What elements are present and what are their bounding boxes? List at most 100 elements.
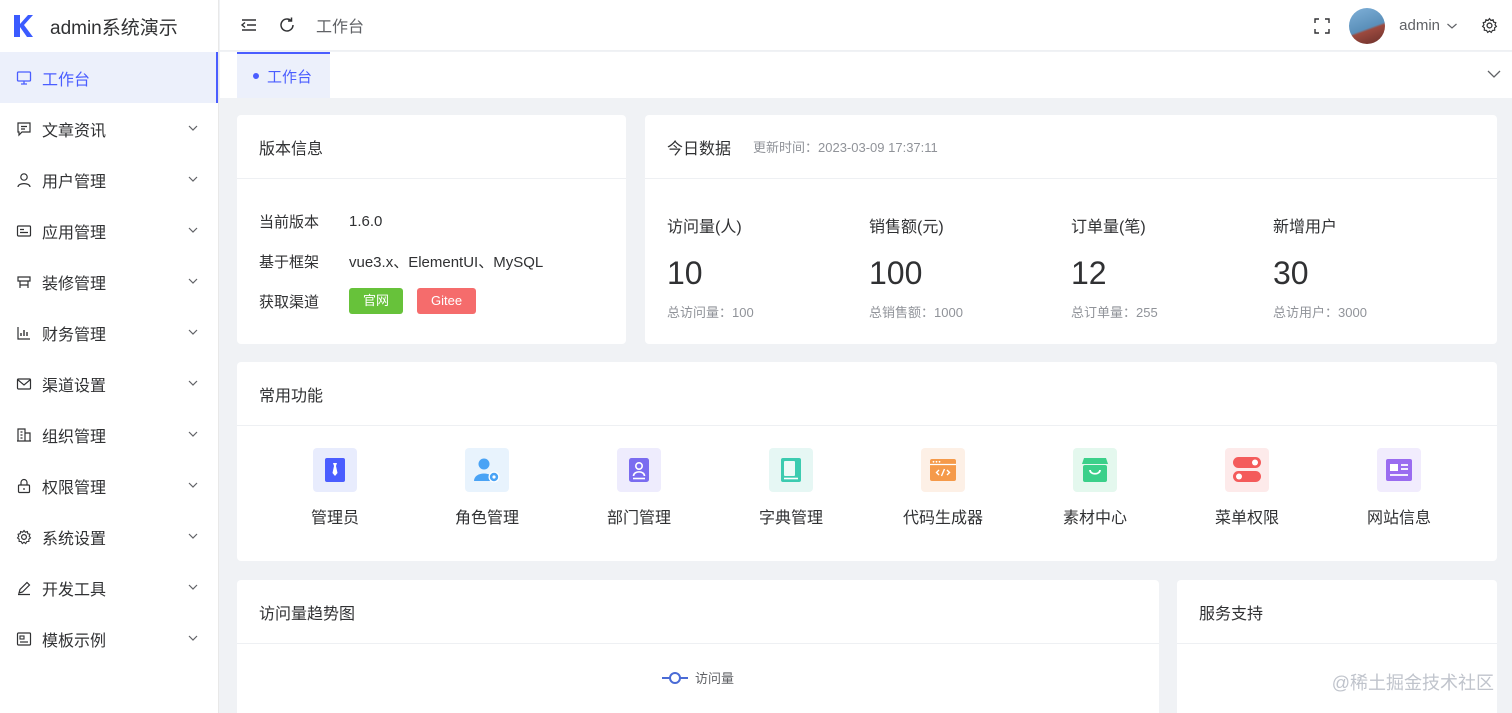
stat-label: 访问量(人) — [667, 219, 742, 236]
stat-new-users: 新增用户 30 总访用户：3000 — [1273, 213, 1367, 321]
sidebar-item-system-settings[interactable]: 系统设置 — [0, 511, 218, 562]
sidebar-item-decoration[interactable]: 装修管理 — [0, 256, 218, 307]
functions-card-title: 常用功能 — [237, 362, 1497, 426]
material-icon — [1073, 448, 1117, 492]
gitee-button[interactable]: Gitee — [417, 288, 477, 314]
refresh-icon[interactable] — [278, 16, 296, 34]
func-roles[interactable]: 角色管理 — [427, 448, 547, 528]
sidebar-item-label: 文章资讯 — [42, 122, 107, 140]
framework-key: 基于框架 — [259, 253, 320, 271]
gear-icon — [16, 529, 32, 545]
func-label: 部门管理 — [606, 510, 671, 527]
logo[interactable]: admin系统演示 — [0, 0, 218, 52]
today-card-title: 今日数据 — [667, 140, 732, 158]
func-website-info[interactable]: 网站信息 — [1339, 448, 1459, 528]
chevron-down-icon — [188, 329, 198, 335]
stat-value: 10 — [667, 255, 703, 291]
user-icon — [16, 172, 32, 188]
app-icon — [16, 223, 32, 239]
func-dictionary[interactable]: 字典管理 — [731, 448, 851, 528]
logo-icon — [14, 15, 33, 37]
collapse-menu-icon[interactable] — [240, 16, 258, 34]
menu-permission-icon — [1225, 448, 1269, 492]
official-site-button[interactable]: 官网 — [349, 288, 404, 314]
func-code-generator[interactable]: 代码生成器 — [883, 448, 1003, 528]
breadcrumb[interactable]: 工作台 — [316, 13, 364, 37]
top-header: 工作台 admin — [220, 0, 1512, 51]
stat-visits: 访问量(人) 10 总访问量：100 — [667, 213, 754, 321]
sidebar-item-label: 系统设置 — [42, 530, 107, 548]
func-departments[interactable]: 部门管理 — [579, 448, 699, 528]
chart-legend[interactable]: 访问量 — [661, 668, 734, 687]
pen-icon — [16, 580, 32, 596]
code-icon — [921, 448, 965, 492]
stat-label: 新增用户 — [1273, 219, 1338, 236]
support-card-title: 服务支持 — [1177, 580, 1497, 644]
stat-sales: 销售额(元) 100 总销售额：1000 — [869, 213, 963, 321]
func-admin[interactable]: 管理员 — [275, 448, 395, 528]
sidebar-item-users[interactable]: 用户管理 — [0, 154, 218, 205]
sidebar-item-label: 应用管理 — [42, 224, 107, 242]
stat-orders: 订单量(笔) 12 总订单量：255 — [1071, 213, 1158, 321]
tab-workbench[interactable]: 工作台 — [237, 52, 330, 98]
sidebar-item-label: 组织管理 — [42, 428, 107, 446]
sidebar-item-label: 装修管理 — [42, 275, 107, 293]
fullscreen-icon[interactable] — [1313, 17, 1331, 35]
role-icon — [465, 448, 509, 492]
dictionary-icon — [769, 448, 813, 492]
active-dot — [253, 73, 259, 79]
sidebar-item-dev-tools[interactable]: 开发工具 — [0, 562, 218, 613]
chevron-down-icon — [188, 227, 198, 233]
sidebar-item-label: 权限管理 — [42, 479, 107, 497]
func-menu-permissions[interactable]: 菜单权限 — [1187, 448, 1307, 528]
sidebar-item-templates[interactable]: 模板示例 — [0, 613, 218, 664]
stat-sub: 总访用户：3000 — [1273, 305, 1367, 320]
sidebar-item-label: 财务管理 — [42, 326, 107, 344]
decorate-icon — [16, 274, 32, 290]
settings-icon[interactable] — [1480, 17, 1498, 35]
func-material[interactable]: 素材中心 — [1035, 448, 1155, 528]
stat-sub: 总订单量：255 — [1071, 305, 1158, 320]
sidebar-item-finance[interactable]: 财务管理 — [0, 307, 218, 358]
version-row: 当前版本 1.6.0 — [237, 201, 626, 241]
department-icon — [617, 448, 661, 492]
func-label: 管理员 — [310, 510, 359, 527]
version-value: 1.6.0 — [349, 212, 383, 230]
func-label: 代码生成器 — [902, 510, 983, 527]
tabs-bar: 工作台 — [220, 52, 1512, 98]
stat-value: 30 — [1273, 255, 1309, 291]
chevron-down-icon — [188, 176, 198, 182]
mail-icon — [16, 376, 32, 392]
channel-key: 获取渠道 — [259, 293, 320, 311]
sidebar-item-articles[interactable]: 文章资讯 — [0, 103, 218, 154]
sidebar-item-channels[interactable]: 渠道设置 — [0, 358, 218, 409]
version-card: 版本信息 当前版本 1.6.0 基于框架 vue3.x、ElementUI、My… — [237, 115, 626, 344]
stat-sub: 总销售额：1000 — [869, 305, 963, 320]
func-label: 网站信息 — [1366, 510, 1431, 527]
sidebar-item-label: 工作台 — [42, 71, 91, 89]
chevron-down-icon — [188, 278, 198, 284]
avatar[interactable] — [1349, 7, 1386, 44]
sidebar-item-workbench[interactable]: 工作台 — [0, 52, 218, 103]
chevron-down-icon — [188, 125, 198, 131]
user-name[interactable]: admin — [1399, 17, 1440, 34]
stat-value: 100 — [869, 255, 923, 291]
message-icon — [16, 121, 32, 137]
chevron-down-icon — [188, 380, 198, 386]
func-label: 角色管理 — [454, 510, 519, 527]
template-icon — [16, 631, 32, 647]
chevron-down-icon[interactable] — [1446, 20, 1458, 32]
sidebar-item-apps[interactable]: 应用管理 — [0, 205, 218, 256]
sidebar-item-permissions[interactable]: 权限管理 — [0, 460, 218, 511]
app-title: admin系统演示 — [50, 17, 178, 39]
legend-label: 访问量 — [695, 671, 735, 686]
chevron-down-icon[interactable] — [1486, 66, 1502, 82]
sidebar-item-organization[interactable]: 组织管理 — [0, 409, 218, 460]
monitor-icon — [16, 70, 32, 86]
stat-label: 订单量(笔) — [1071, 219, 1146, 236]
stat-sub: 总访问量：100 — [667, 305, 754, 320]
sidebar-item-label: 模板示例 — [42, 632, 107, 650]
chevron-down-icon — [188, 431, 198, 437]
func-label: 菜单权限 — [1214, 510, 1279, 527]
tab-label: 工作台 — [267, 68, 313, 86]
